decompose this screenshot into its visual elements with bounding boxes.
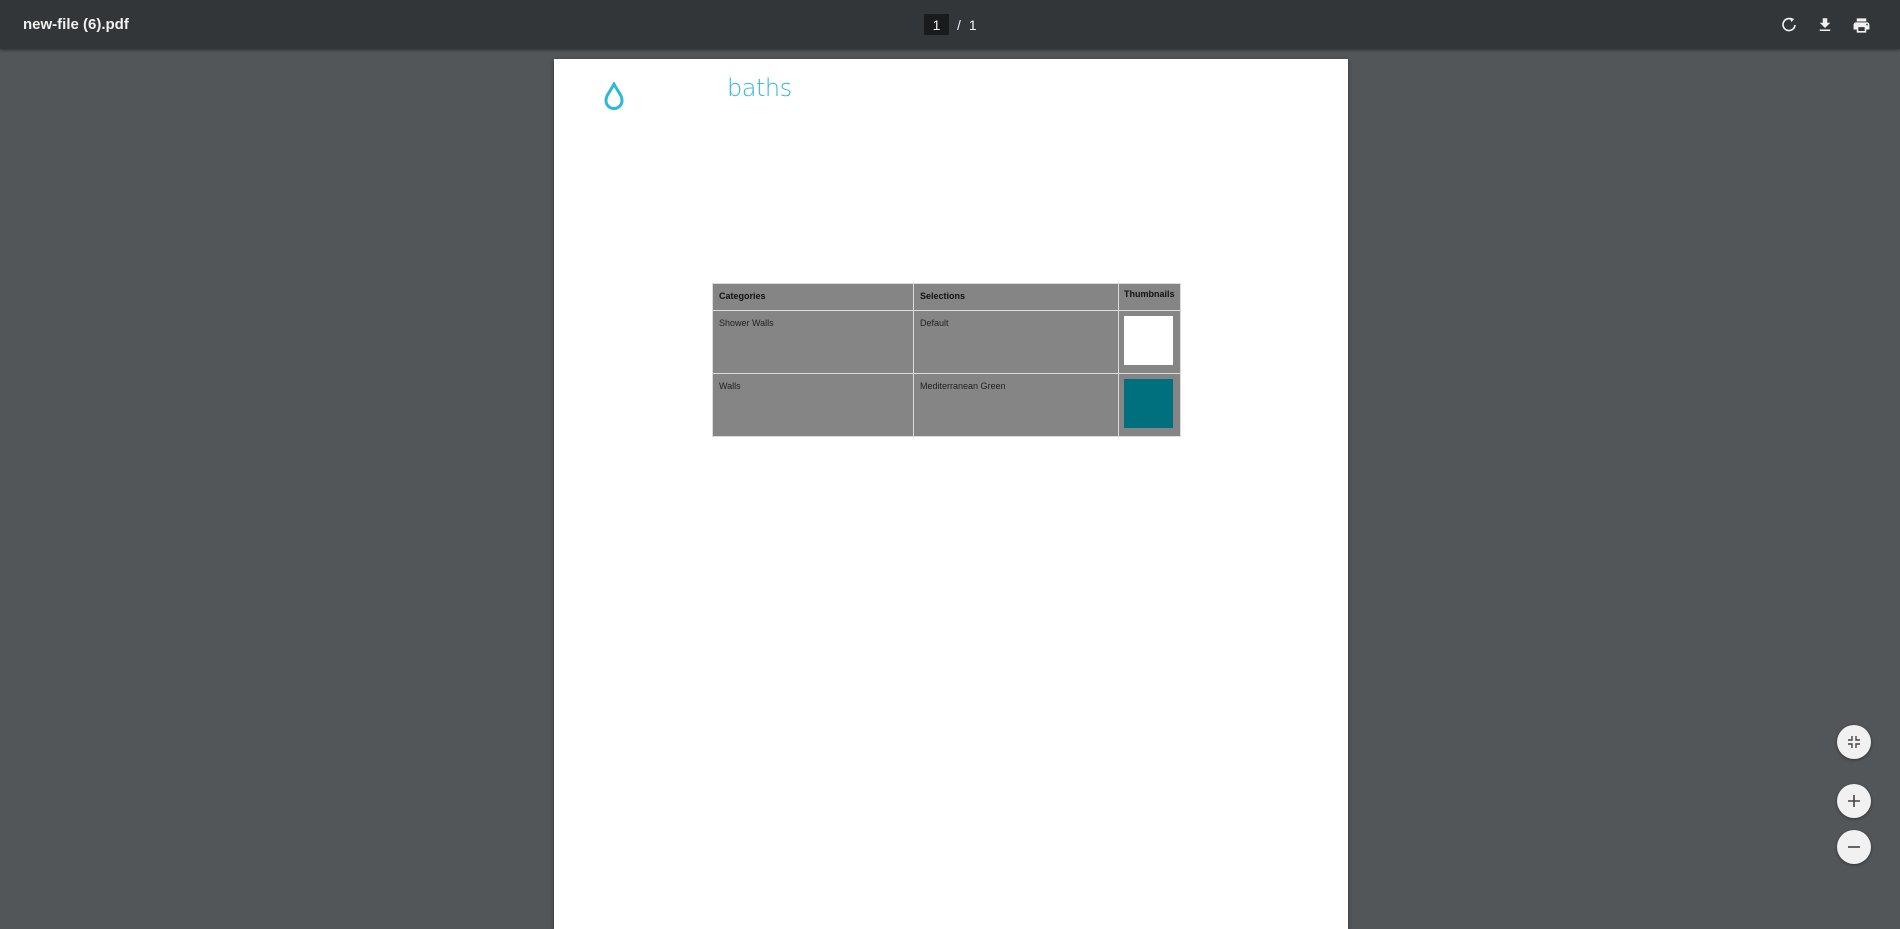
page-separator: / (957, 16, 961, 33)
pdf-page: baths Categories Selections Thumbnails S… (554, 59, 1348, 929)
selection-cell: Default (913, 310, 1119, 374)
thumbnail-cell (1118, 373, 1181, 437)
download-icon (1819, 18, 1831, 31)
zoom-out-button[interactable] (1837, 830, 1871, 864)
table-row: Shower Walls Default (712, 310, 1181, 374)
brand-wordmark: baths (727, 74, 792, 102)
header-thumbnails: Thumbnails (1118, 283, 1181, 311)
thumbnail-swatch (1124, 379, 1173, 428)
category-cell: Walls (712, 373, 914, 437)
thumbnail-cell (1118, 310, 1181, 374)
zoom-out-icon (1848, 846, 1860, 848)
selection-cell: Mediterranean Green (913, 373, 1119, 437)
pdf-toolbar: new-file (6).pdf / 1 (0, 0, 1900, 49)
document-title: new-file (6).pdf (23, 16, 129, 33)
category-cell: Shower Walls (712, 310, 914, 374)
water-drop-logo-icon (604, 82, 624, 110)
header-selections: Selections (913, 283, 1119, 311)
page-total: 1 (968, 16, 977, 33)
selections-table: Categories Selections Thumbnails Shower … (712, 283, 1181, 437)
print-icon (1853, 17, 1869, 33)
page-navigation: / 1 (924, 14, 977, 35)
fit-to-page-button[interactable] (1837, 725, 1871, 759)
rotate-button[interactable] (1776, 12, 1802, 38)
table-row: Walls Mediterranean Green (712, 373, 1181, 437)
header-categories: Categories (712, 283, 914, 311)
thumbnail-swatch (1124, 316, 1173, 365)
table-header-row: Categories Selections Thumbnails (712, 283, 1181, 311)
zoom-in-button[interactable] (1837, 784, 1871, 818)
rotate-icon (1782, 17, 1796, 32)
zoom-in-icon (1848, 795, 1860, 807)
download-button[interactable] (1812, 12, 1838, 38)
print-button[interactable] (1848, 12, 1874, 38)
fit-page-icon (1848, 736, 1860, 748)
page-number-input[interactable] (924, 14, 949, 35)
